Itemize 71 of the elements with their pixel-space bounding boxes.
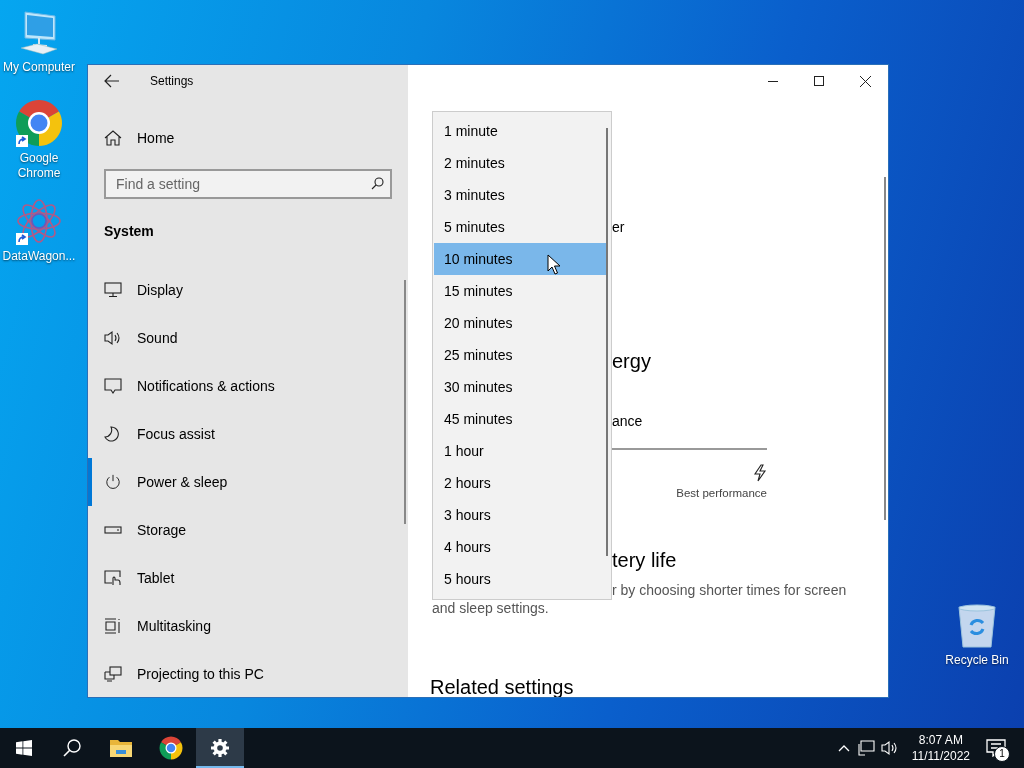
message-icon [104, 378, 122, 394]
description-text: r by choosing shorter times for screen [612, 581, 847, 599]
section-heading: tery life [612, 548, 677, 573]
scrollbar[interactable] [404, 280, 406, 524]
scrollbar[interactable] [606, 128, 608, 556]
icon-label[interactable]: Recycle Bin [938, 653, 1016, 668]
nav-item[interactable]: Tablet [88, 554, 392, 602]
text: er [612, 218, 625, 237]
slider-caption: Best performance [676, 486, 767, 500]
dropdown-option[interactable]: 4 hours [434, 531, 607, 563]
dropdown-option[interactable]: 25 minutes [434, 339, 607, 371]
nav-item[interactable]: Sound [88, 314, 392, 362]
chevron-up-icon [838, 744, 851, 752]
back-arrow-icon [104, 74, 120, 88]
dropdown-option[interactable]: 15 minutes [434, 275, 607, 307]
dropdown-option[interactable]: 1 hour [434, 435, 607, 467]
power-icon [104, 474, 122, 490]
dropdown-option[interactable]: 3 hours [434, 499, 607, 531]
nav-item[interactable]: Projecting to this PC [88, 650, 392, 697]
mandala-icon [15, 197, 63, 245]
dropdown-option[interactable]: 20 minutes [434, 307, 607, 339]
nav-item[interactable]: Storage [88, 506, 392, 554]
search-field[interactable]: Find a setting [104, 169, 392, 199]
clock-date: 11/11/2022 [911, 748, 970, 764]
close-icon [859, 75, 871, 87]
clock-time: 8:07 AM [918, 732, 963, 748]
gear-icon [210, 738, 230, 758]
search-icon [371, 177, 384, 190]
search-icon [63, 739, 81, 757]
home-icon [104, 130, 122, 146]
tablet-icon [104, 570, 122, 586]
speaker-icon [881, 740, 900, 756]
dropdown-option[interactable]: 2 hours [434, 467, 607, 499]
section-heading: ergy [612, 349, 651, 374]
moon-icon [104, 426, 122, 442]
nav-item[interactable]: Focus assist [88, 410, 392, 458]
network-icon [858, 740, 877, 756]
section-heading: System [104, 222, 154, 241]
nav-item[interactable]: Power & sleep [88, 458, 392, 506]
nav-item[interactable]: Notifications & actions [88, 362, 392, 410]
text: ance [612, 412, 643, 431]
dropdown-option[interactable]: 3 minutes [434, 179, 607, 211]
nav-item[interactable]: Display [88, 266, 392, 314]
screens-icon [104, 666, 122, 682]
nav-item[interactable]: Multitasking [88, 602, 392, 650]
message-icon [986, 739, 1006, 757]
chrome-icon [159, 736, 183, 760]
dropdown-option[interactable]: 1 minute [434, 115, 607, 147]
description-text: and sleep settings. [432, 599, 549, 617]
lightning-icon [753, 464, 767, 482]
dropdown-option[interactable]: 5 minutes [434, 211, 607, 243]
dropdown-option[interactable]: 30 minutes [434, 371, 607, 403]
windows-logo-icon [16, 740, 32, 756]
dropdown-option[interactable]: 10 minutes [434, 243, 607, 275]
recycle-bin-icon [955, 603, 999, 649]
maximize-icon [814, 76, 824, 86]
action-center-button[interactable]: 1 [976, 728, 1016, 768]
windows-icon [104, 618, 122, 634]
monitor-icon [104, 282, 122, 298]
dropdown-option[interactable]: 2 minutes [434, 147, 607, 179]
notification-badge: 1 [994, 746, 1010, 762]
nav-item[interactable]: Home [104, 118, 175, 158]
taskbar-button[interactable] [196, 728, 244, 768]
mouse-pointer-icon [547, 254, 561, 275]
dropdown-option[interactable]: 5 hours [434, 563, 607, 595]
chrome-icon [15, 99, 63, 147]
scrollbar[interactable] [884, 177, 886, 520]
dropdown-option[interactable]: 45 minutes [434, 403, 607, 435]
window-title: Settings [150, 74, 194, 88]
speaker-icon [104, 330, 122, 346]
folder-icon [109, 738, 133, 758]
